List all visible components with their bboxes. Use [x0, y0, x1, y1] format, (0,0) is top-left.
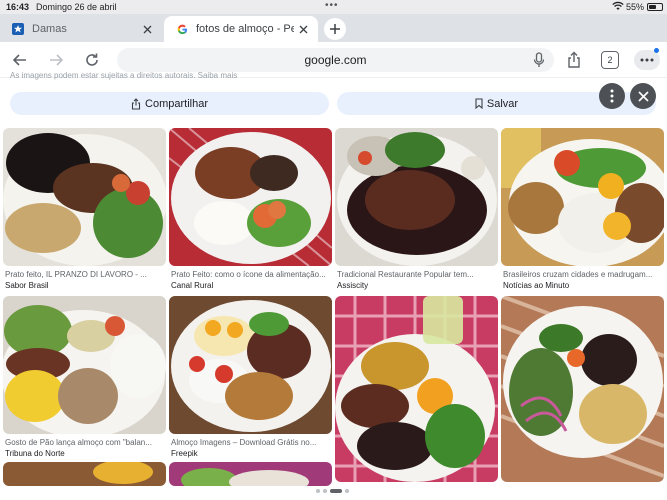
- food-plate-image[interactable]: [335, 128, 498, 266]
- share-image-button[interactable]: Compartilhar: [10, 92, 329, 115]
- result-caption: Gosto de Pão lança almoço com "balan...: [5, 438, 152, 447]
- result-caption: Prato feito, IL PRANZO DI LAVORO - ...: [5, 270, 147, 279]
- food-plate-image[interactable]: [3, 128, 166, 266]
- microphone-icon[interactable]: [532, 52, 546, 68]
- result-caption: Prato Feito: como o ícone da alimentação…: [171, 270, 326, 279]
- page-dot-active: [330, 489, 342, 493]
- page-dot: [345, 489, 349, 493]
- copyright-notice: As imagens podem estar sujeitas a direit…: [10, 71, 238, 80]
- food-plate-image[interactable]: [501, 128, 664, 266]
- battery-icon: [647, 3, 663, 11]
- forward-arrow-icon: [50, 54, 64, 66]
- result-source: Freepik: [171, 449, 198, 458]
- page-indicator: [316, 489, 349, 493]
- close-tab-icon[interactable]: [138, 20, 156, 38]
- google-icon: [176, 23, 188, 35]
- share-icon: [131, 97, 141, 110]
- food-plate-image[interactable]: [169, 462, 332, 486]
- food-plate-image[interactable]: [3, 296, 166, 434]
- food-plate-image[interactable]: [335, 296, 498, 482]
- browser-window: 16:43 Domingo 26 de abril ••• 55% Damas: [0, 0, 667, 500]
- update-indicator: [654, 48, 659, 53]
- food-plate-image[interactable]: [169, 128, 332, 266]
- close-tab-icon[interactable]: [294, 20, 312, 38]
- food-plate-image[interactable]: [501, 296, 664, 482]
- address-bar[interactable]: google.com: [117, 48, 554, 72]
- result-source: Sabor Brasil: [5, 281, 49, 290]
- food-plate-image[interactable]: [169, 296, 332, 434]
- battery-percent: 55%: [626, 2, 645, 12]
- more-menu-button[interactable]: [634, 48, 660, 70]
- tab-title: Damas: [32, 23, 67, 35]
- result-source: Tribuna do Norte: [5, 449, 65, 458]
- share-icon: [568, 51, 580, 68]
- tab-damas[interactable]: Damas: [0, 16, 162, 42]
- tab-title: fotos de almoço - Pesquisa Google: [196, 23, 294, 35]
- new-tab-button[interactable]: [324, 18, 346, 40]
- close-viewer-button[interactable]: [630, 83, 656, 109]
- page-dot: [316, 489, 320, 493]
- clock: 16:43: [6, 2, 30, 12]
- food-plate-image[interactable]: [3, 462, 166, 486]
- result-source: Notícias ao Minuto: [503, 281, 570, 290]
- result-source: Canal Rural: [171, 281, 214, 290]
- battery-level: [649, 5, 656, 9]
- image-options-button[interactable]: [599, 83, 625, 109]
- save-label: Salvar: [486, 97, 519, 110]
- reload-icon: [86, 53, 98, 66]
- result-caption: Almoço Imagens – Download Grátis no...: [171, 438, 317, 447]
- result-caption: Tradicional Restaurante Popular tem...: [337, 270, 474, 279]
- result-caption: Brasileiros cruzam cidades e madrugam...: [503, 270, 653, 279]
- tab-google-search[interactable]: fotos de almoço - Pesquisa Google: [164, 16, 318, 42]
- wifi-icon: [612, 1, 624, 10]
- close-icon: [637, 90, 649, 102]
- status-bar: 16:43 Domingo 26 de abril ••• 55%: [0, 0, 667, 14]
- share-page-button[interactable]: [564, 50, 584, 70]
- page-dot: [323, 489, 327, 493]
- tab-switcher-button[interactable]: 2: [601, 51, 619, 69]
- share-label: Compartilhar: [145, 97, 208, 110]
- multitasking-dots-icon[interactable]: •••: [325, 0, 339, 11]
- plus-icon: [330, 24, 340, 34]
- more-horizontal-icon: [640, 58, 654, 62]
- date: Domingo 26 de abril: [36, 2, 117, 12]
- url-text: google.com: [304, 53, 367, 67]
- back-arrow-icon: [12, 54, 26, 66]
- more-vertical-icon: [610, 89, 614, 103]
- result-source: Assiscity: [337, 281, 369, 290]
- back-button[interactable]: [10, 50, 30, 70]
- reload-button[interactable]: [82, 50, 102, 70]
- forward-button[interactable]: [46, 50, 66, 70]
- bookmark-icon: [475, 98, 483, 109]
- star-icon: [12, 23, 24, 35]
